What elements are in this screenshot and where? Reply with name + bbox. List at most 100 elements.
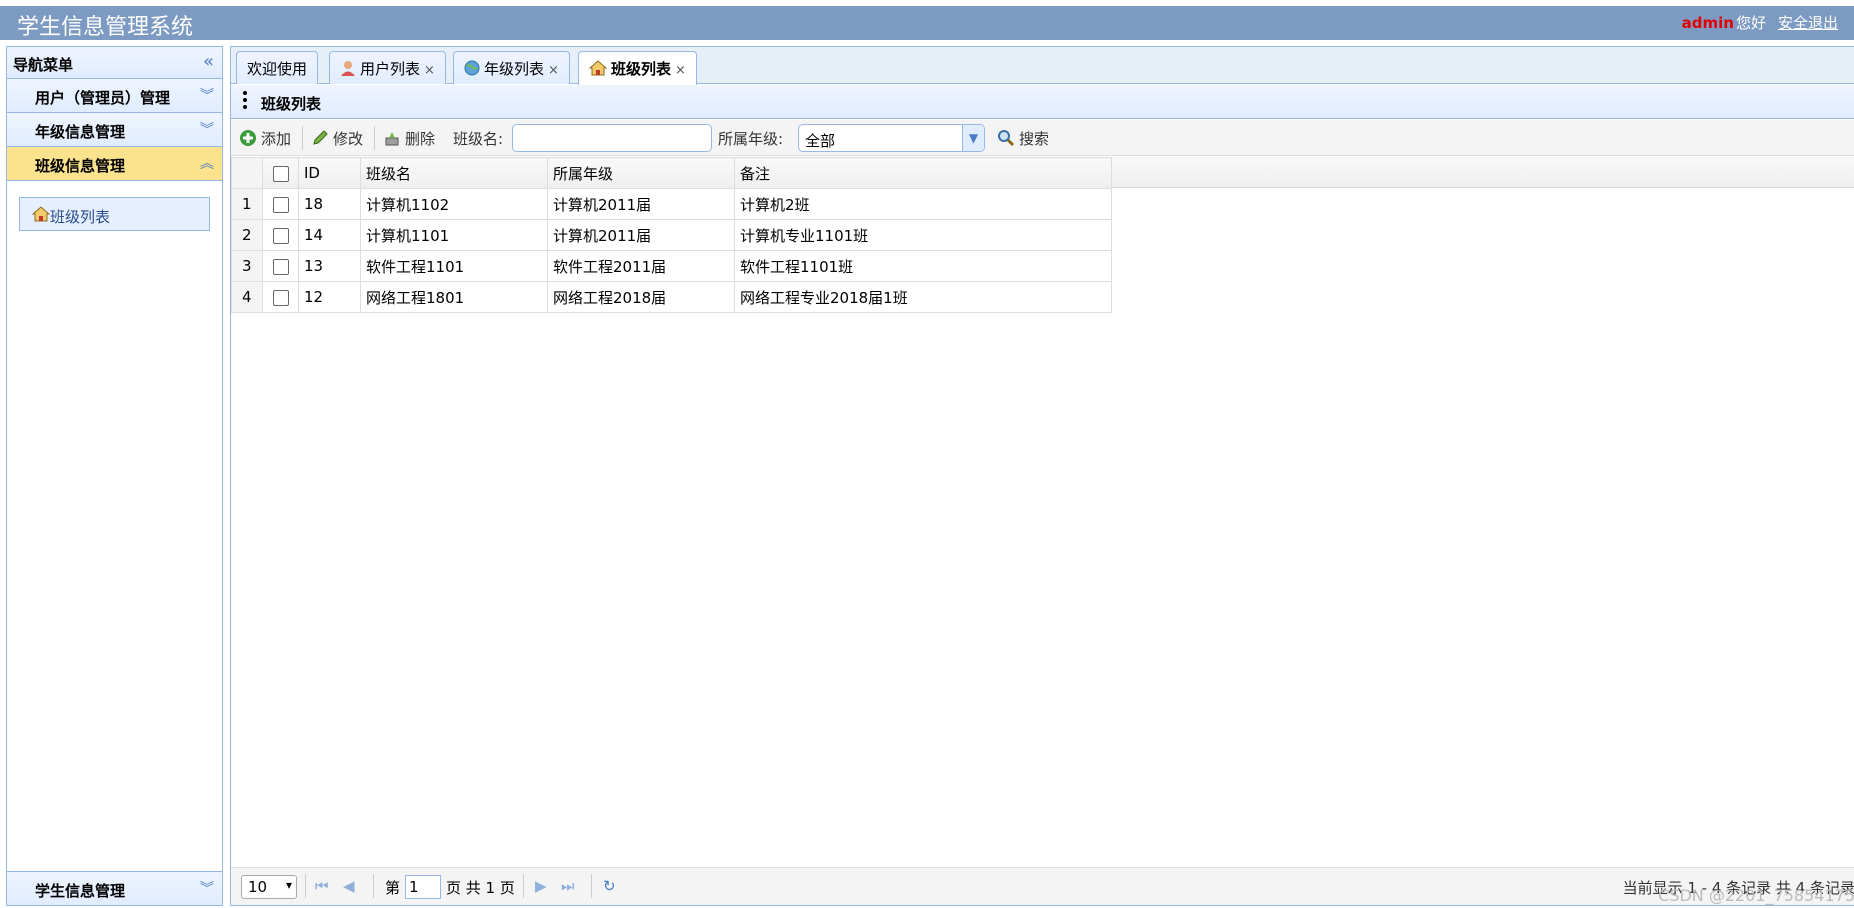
grade-label: 所属年级: [718,130,784,148]
add-button-label: 添加 [261,130,292,148]
home-icon [32,206,50,222]
delete-button-label: 删除 [405,130,436,148]
page-suffix: 页 共 1 页 [446,879,515,897]
select-all-checkbox[interactable] [272,165,289,182]
menu-dots-icon [243,91,247,112]
row-number: 2 [231,219,263,251]
chevron-down-icon[interactable]: ▼ [962,125,984,151]
sidebar-section-label: 用户（管理员）管理 [35,89,171,107]
class-table: ID 班级名 所属年级 备注 1 18 计算机1102 计算机2011届 计算机… [231,157,1112,313]
table-row[interactable]: 2 14 计算机1101 计算机2011届 计算机专业1101班 [231,219,1112,251]
class-name-input[interactable] [512,124,712,152]
row-select-cell [262,219,299,251]
cell-id: 13 [298,250,361,282]
page-size-value: 10 [248,878,268,896]
prev-page-icon[interactable]: ◀ [343,877,355,895]
row-checkbox[interactable] [272,196,289,213]
chevron-down-icon[interactable]: ︾ [200,878,214,898]
column-header-name[interactable]: 班级名 [360,157,548,189]
chevron-down-icon[interactable]: ︾ [200,85,214,105]
search-button-label: 搜索 [1019,130,1050,148]
main-panel: 欢迎使用 用户列表 × 年级列表 × 班级列表 × 班级列表 添加 修改 删除 … [230,46,1854,906]
sidebar-item-class-list[interactable]: 班级列表 [19,197,210,231]
toolbar: 添加 修改 删除 班级名: 所属年级: 全部 ▼ 搜索 [231,120,1854,156]
column-header-note[interactable]: 备注 [734,157,1112,189]
row-number-header [231,157,263,189]
sidebar-section-grade[interactable]: 年级信息管理 ︾ [7,113,222,147]
page-number-input[interactable]: 1 [405,875,441,899]
user-icon [341,61,355,76]
chevron-down-icon[interactable]: ︾ [200,119,214,139]
table-row[interactable]: 3 13 软件工程1101 软件工程2011届 软件工程1101班 [231,250,1112,282]
greeting: 您好 [1735,14,1766,32]
nav-sidebar: 导航菜单 « 用户（管理员）管理 ︾ 年级信息管理 ︾ 班级信息管理 ︽ 班级列… [6,46,223,906]
search-icon [998,130,1015,147]
pager-divider [305,874,306,898]
sidebar-section-label: 学生信息管理 [35,882,126,900]
cell-id: 18 [298,188,361,220]
cell-grade: 计算机2011届 [547,219,735,251]
table-header-row: ID 班级名 所属年级 备注 [231,157,1112,189]
pencil-icon [313,130,328,145]
close-icon[interactable]: × [675,63,686,78]
column-header-grade[interactable]: 所属年级 [547,157,735,189]
edit-button[interactable]: 修改 [311,128,363,149]
sidebar-section-label: 班级信息管理 [35,157,126,175]
sidebar-section-user-admin[interactable]: 用户（管理员）管理 ︾ [7,79,222,113]
edit-button-label: 修改 [333,130,364,148]
row-select-cell [262,188,299,220]
watermark: CSDN @2201_75854175 [1658,886,1854,905]
row-checkbox[interactable] [272,258,289,275]
pager-divider [591,874,592,898]
sidebar-item-label: 班级列表 [50,208,111,226]
row-number: 1 [231,188,263,220]
add-icon [240,130,256,146]
table-row[interactable]: 4 12 网络工程1801 网络工程2018届 网络工程专业2018届1班 [231,281,1112,313]
page-prefix: 第 [385,879,401,897]
tab-class-list[interactable]: 班级列表 × [578,51,697,85]
cell-id: 14 [298,219,361,251]
trash-icon [385,132,399,146]
cell-note: 软件工程1101班 [734,250,1112,282]
pager-divider [523,874,524,898]
tab-label: 欢迎使用 [247,60,308,78]
next-page-icon[interactable]: ▶ [535,877,547,895]
cell-name: 计算机1101 [360,219,548,251]
row-select-cell [262,281,299,313]
close-icon[interactable]: × [548,63,559,78]
delete-button[interactable]: 删除 [383,128,435,149]
row-checkbox[interactable] [272,227,289,244]
close-icon[interactable]: × [424,63,435,78]
tab-user-list[interactable]: 用户列表 × [329,51,446,84]
column-header-id[interactable]: ID [298,157,361,189]
app-header: 学生信息管理系统 admin 您好 安全退出 [0,6,1854,40]
tab-bar: 欢迎使用 用户列表 × 年级列表 × 班级列表 × [231,47,1854,85]
chevron-down-icon: ▾ [285,878,292,892]
refresh-icon[interactable]: ↻ [603,877,616,895]
tab-grade-list[interactable]: 年级列表 × [453,51,570,84]
globe-icon [464,60,480,76]
logout-link[interactable]: 安全退出 [1778,14,1838,32]
grade-select-value: 全部 [805,132,836,150]
cell-note: 计算机2班 [734,188,1112,220]
class-name-label: 班级名: [453,130,504,148]
search-button[interactable]: 搜索 [997,128,1049,149]
tab-label: 用户列表 [360,60,421,78]
table-row[interactable]: 1 18 计算机1102 计算机2011届 计算机2班 [231,188,1112,220]
sidebar-title: 导航菜单 [13,56,74,74]
sidebar-section-class[interactable]: 班级信息管理 ︽ [7,147,222,181]
pager-divider [373,874,374,898]
tab-label: 班级列表 [611,60,672,78]
collapse-sidebar-icon[interactable]: « [203,51,214,72]
first-page-icon[interactable]: ⏮ [315,877,329,895]
sidebar-section-student[interactable]: 学生信息管理 ︾ [7,871,222,905]
row-checkbox[interactable] [272,289,289,306]
cell-name: 软件工程1101 [360,250,548,282]
last-page-icon[interactable]: ⏭ [561,877,575,895]
grade-select[interactable]: 全部 ▼ [798,124,985,152]
tab-welcome[interactable]: 欢迎使用 [236,51,319,84]
page-size-select[interactable]: 10 ▾ [241,875,297,899]
row-select-cell [262,250,299,282]
add-button[interactable]: 添加 [239,128,291,149]
chevron-up-icon[interactable]: ︽ [200,153,214,173]
